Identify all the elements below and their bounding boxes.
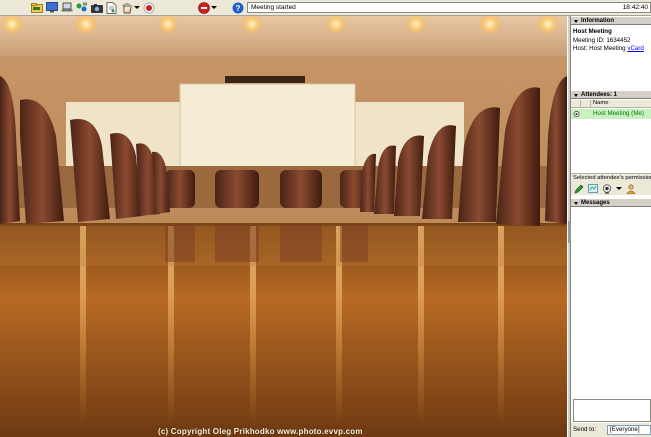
column-name[interactable]: Name (593, 100, 608, 107)
svg-text:?: ? (235, 3, 240, 12)
status-field: Meeting started 18:42:40 (247, 2, 651, 13)
permissions-toolbar (571, 182, 651, 195)
messages-header[interactable]: Messages (571, 198, 651, 207)
share-icon[interactable] (75, 1, 88, 14)
collapse-triangle-icon (574, 202, 578, 205)
collapse-triangle-icon (574, 94, 578, 97)
vcard-link[interactable]: vCard (627, 45, 644, 52)
copyright-watermark: (c) Copyright Oleg Prikhodko www.photo.e… (158, 427, 363, 436)
monitor-icon[interactable] (45, 1, 58, 14)
webcam-menu-arrow[interactable] (616, 187, 622, 190)
webcam-icon (573, 111, 580, 117)
document-icon[interactable] (105, 1, 118, 14)
send-to-row: Send to: [Everyone] (571, 423, 651, 437)
send-to-select[interactable]: [Everyone] (607, 425, 651, 435)
video-view: (c) Copyright Oleg Prikhodko www.photo.e… (0, 16, 567, 437)
camera-icon[interactable] (90, 1, 103, 14)
hand-menu-arrow[interactable] (134, 6, 140, 9)
column-icon-2[interactable] (581, 100, 591, 108)
pen-icon[interactable] (573, 183, 584, 194)
meeting-info: Host Meeting Meeting ID: 1634452 Host: H… (571, 27, 651, 95)
laptop-icon[interactable] (60, 1, 73, 14)
messages-header-label: Messages (581, 200, 610, 206)
meeting-title: Host Meeting (573, 28, 612, 35)
meeting-host-label: Host: Host Meeting (573, 45, 626, 52)
permissions-label: Selected attendee's permissions (571, 173, 651, 182)
whiteboard-icon[interactable] (587, 183, 598, 194)
column-icon-1[interactable] (571, 100, 581, 108)
conference-room-image (0, 16, 567, 437)
record-icon[interactable] (142, 1, 155, 14)
webcam-icon[interactable] (601, 183, 612, 194)
main-toolbar: ? Meeting started 18:42:40 (0, 0, 651, 16)
side-panel: Information Host Meeting Meeting ID: 163… (568, 16, 651, 437)
message-input[interactable] (573, 399, 651, 422)
user-icon[interactable] (625, 183, 636, 194)
status-text: Meeting started (251, 4, 296, 11)
folder-icon[interactable] (30, 1, 43, 14)
send-to-label: Send to: (573, 426, 597, 433)
messages-log[interactable] (571, 207, 651, 399)
attendees-column-header: Name (571, 100, 651, 108)
scrollbar-thumb[interactable] (568, 221, 571, 243)
attendees-header-label: Attendees: 1 (581, 92, 618, 98)
help-icon[interactable]: ? (231, 1, 244, 14)
information-header[interactable]: Information (571, 16, 651, 25)
attendees-header[interactable]: Attendees: 1 (571, 90, 651, 99)
status-clock: 18:42:40 (622, 4, 648, 11)
information-header-label: Information (581, 18, 614, 24)
stop-menu-arrow[interactable] (211, 6, 217, 9)
collapse-triangle-icon (574, 20, 578, 23)
attendee-name: Host Meeting (Me) (593, 110, 644, 117)
meeting-host: Host: Host Meeting vCard (573, 45, 649, 54)
hand-icon[interactable] (120, 1, 133, 14)
attendee-row[interactable]: Host Meeting (Me) (571, 109, 651, 119)
meeting-id: Meeting ID: 1634452 (573, 36, 631, 44)
stop-icon[interactable] (197, 1, 210, 14)
